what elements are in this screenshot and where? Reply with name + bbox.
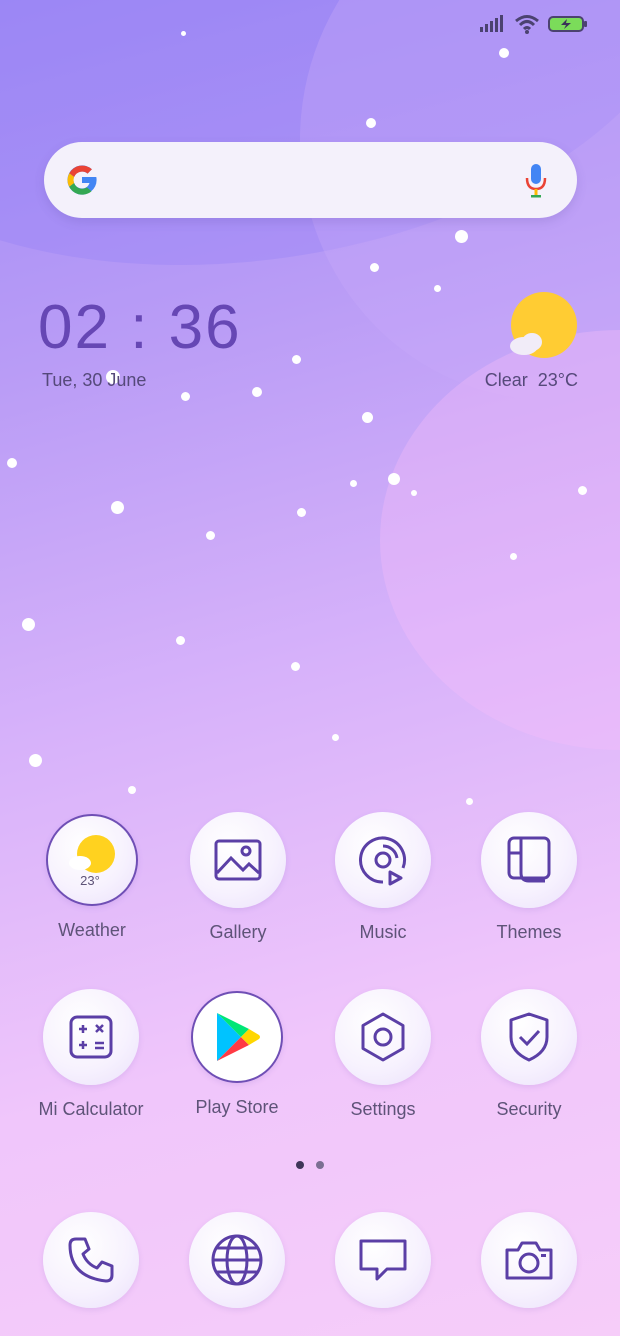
google-search-bar[interactable] [44,142,577,218]
dock-camera[interactable] [459,1212,599,1308]
themes-icon [481,812,577,908]
app-security[interactable]: Security [459,989,599,1120]
app-themes[interactable]: Themes [459,812,599,943]
app-label: Settings [350,1099,416,1119]
weather-badge: 23° [80,873,100,888]
app-label: Weather [58,920,126,940]
wifi-icon [515,15,539,34]
app-label: Security [496,1099,562,1119]
security-shield-icon [481,989,577,1085]
app-music[interactable]: Music [313,812,453,943]
page-indicator [296,1161,324,1169]
app-label: Play Store [195,1097,279,1117]
settings-icon [335,989,431,1085]
app-play-store[interactable]: Play Store [167,991,307,1118]
weather-condition: Clear [484,370,528,390]
clock-date[interactable]: Tue, 30 June [42,370,146,391]
app-gallery[interactable]: Gallery [168,812,308,943]
dock-messages[interactable] [313,1212,453,1308]
app-weather[interactable]: 23° Weather [22,814,162,941]
play-store-icon [191,991,283,1083]
mic-icon[interactable] [523,162,549,198]
weather-widget-text[interactable]: Clear 23°C [485,370,578,391]
status-bar [480,14,587,34]
phone-icon [43,1212,139,1308]
gallery-icon [190,812,286,908]
browser-globe-icon [189,1212,285,1308]
weather-temp: 23°C [537,370,578,390]
app-label: Gallery [209,922,267,942]
dock-phone[interactable] [21,1212,161,1308]
app-label: Music [359,922,407,942]
battery-charging-icon [548,16,587,32]
weather-icon: 23° [46,814,138,906]
music-icon [335,812,431,908]
dock-browser[interactable] [167,1212,307,1308]
sun-cloud-icon[interactable] [506,292,578,360]
signal-icon [480,14,506,34]
app-label: Themes [496,922,562,942]
messages-icon [335,1212,431,1308]
clock-time[interactable]: 02 : 36 [38,292,242,363]
camera-icon [481,1212,577,1308]
calculator-icon [43,989,139,1085]
app-label: Mi Calculator [38,1099,144,1119]
app-mi-calculator[interactable]: Mi Calculator [21,989,161,1120]
google-g-icon [67,165,97,195]
page-dot [316,1161,324,1169]
page-dot-active [296,1161,304,1169]
app-settings[interactable]: Settings [313,989,453,1120]
